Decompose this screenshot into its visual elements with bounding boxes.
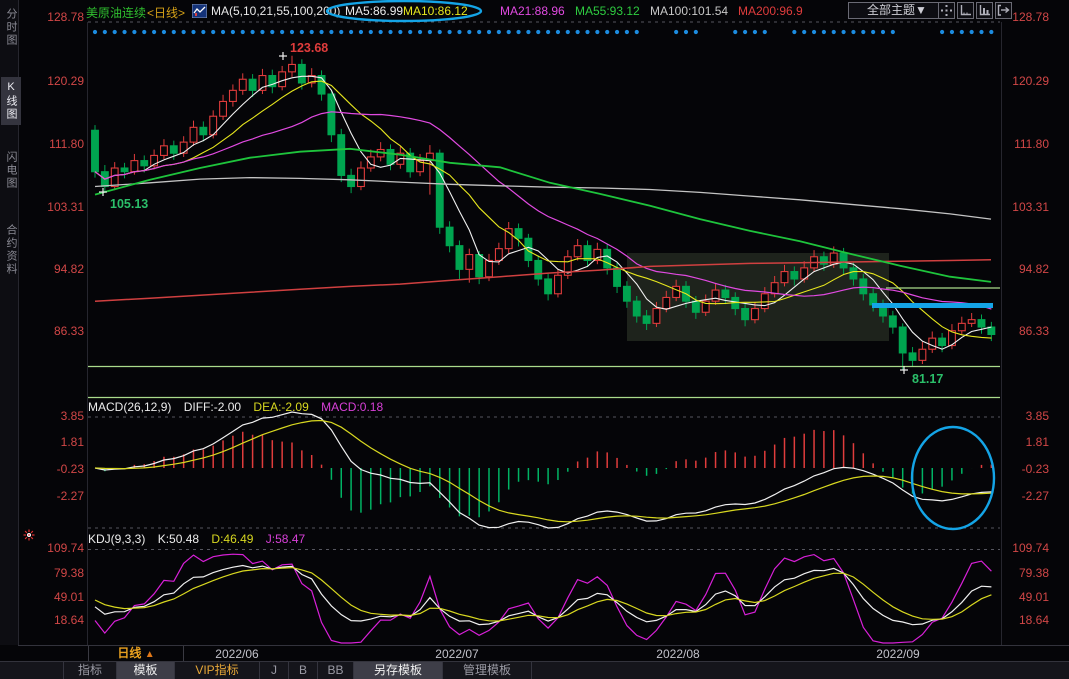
macd-axis-label: 1.81 xyxy=(1004,435,1049,449)
sidebar-tab-time-chart[interactable]: 分时图 xyxy=(1,4,21,51)
period-selector[interactable]: 日线 ▲ xyxy=(88,646,184,661)
indicator-flash-icon xyxy=(31,537,33,539)
macd-indicator-header[interactable]: MACD(26,12,9) DIFF:-2.00 DEA:-2.09 MACD:… xyxy=(88,400,392,414)
indicator-flash-icon xyxy=(31,531,33,533)
ma5-value: MA5:86.99 xyxy=(345,4,403,18)
sidebar-tab-contract-info[interactable]: 合约资料 xyxy=(1,220,21,280)
toolbar-item-indicators[interactable]: 指标 xyxy=(63,662,116,679)
period-tag[interactable]: <日线> xyxy=(147,4,185,21)
kdj-axis-label: 109.74 xyxy=(1004,541,1049,555)
kdj-j-value: J:58.47 xyxy=(266,532,305,546)
indicator-flash-icon xyxy=(25,537,27,539)
theme-selector-button[interactable]: 全部主题▼ xyxy=(848,2,946,19)
kdj-k-value: K:50.48 xyxy=(158,532,199,546)
kdj-d-value: D:46.49 xyxy=(211,532,253,546)
period-label: 日线 xyxy=(117,646,141,660)
price-label: 120.29 xyxy=(1004,74,1049,88)
toolbar-item-vip-indicators[interactable]: VIP指标 xyxy=(174,662,259,679)
crosshair-icon[interactable] xyxy=(938,2,955,19)
ma21-value: MA21:88.96 xyxy=(500,4,565,18)
ma55-value: MA55:93.12 xyxy=(575,4,640,18)
trading-app-window: 分时图 K线图 闪电图 合约资料 美原油连续 <日线> MA(5,10,21,5… xyxy=(0,0,1069,679)
kdj-axis-label: 79.38 xyxy=(1004,566,1049,580)
chart-type-icon[interactable] xyxy=(192,4,207,23)
toolbar-item-b[interactable]: B xyxy=(288,662,317,679)
toolbar-item-manage-templates[interactable]: 管理模板 xyxy=(442,662,532,679)
x-axis-date: 2022/07 xyxy=(425,647,489,661)
x-axis-date: 2022/06 xyxy=(205,647,269,661)
indicator-flash-icon xyxy=(27,533,31,537)
price-label: 94.82 xyxy=(1004,262,1049,276)
bottom-toolbar: 指标 模板 VIP指标 J B BB 另存模板 管理模板 xyxy=(0,662,1069,679)
kdj-axis-label: 18.64 xyxy=(1004,613,1049,627)
kdj-axis-label: 49.01 xyxy=(1004,590,1049,604)
macd-title: MACD(26,12,9) xyxy=(88,400,171,414)
chart-plot-area[interactable] xyxy=(88,22,1000,645)
sidebar-tab-kline-chart[interactable]: K线图 xyxy=(1,77,21,125)
toolbar-item-save-template[interactable]: 另存模板 xyxy=(353,662,442,679)
kdj-indicator-header[interactable]: KDJ(9,3,3) K:50.48 D:46.49 J:58.47 xyxy=(88,532,314,546)
toolbar-item-templates[interactable]: 模板 xyxy=(116,662,174,679)
sidebar-tab-flash-chart[interactable]: 闪电图 xyxy=(1,147,21,194)
axis-frame-icon[interactable] xyxy=(957,2,974,19)
indicator-flash-icon xyxy=(25,531,27,533)
price-label: 111.80 xyxy=(1004,137,1049,151)
macd-axis-label: 3.85 xyxy=(1004,409,1049,423)
toolbar-item-bb[interactable]: BB xyxy=(317,662,353,679)
macd-macd-value: MACD:0.18 xyxy=(321,400,383,414)
toolbar-item-j[interactable]: J xyxy=(259,662,288,679)
symbol-name[interactable]: 美原油连续 xyxy=(86,4,146,21)
macd-axis-label: -0.23 xyxy=(1004,462,1049,476)
triangle-up-icon: ▲ xyxy=(145,649,155,660)
x-axis-date: 2022/08 xyxy=(646,647,710,661)
price-label: 86.33 xyxy=(1004,324,1049,338)
indicator-flash-icon xyxy=(28,534,30,536)
axis-bars-icon[interactable] xyxy=(976,2,993,19)
price-label: 128.78 xyxy=(1004,10,1049,24)
macd-dea-value: DEA:-2.09 xyxy=(253,400,308,414)
macd-diff-value: DIFF:-2.00 xyxy=(184,400,241,414)
macd-axis-label: -2.27 xyxy=(1004,489,1049,503)
x-axis-date: 2022/09 xyxy=(866,647,930,661)
price-label: 103.31 xyxy=(1004,200,1049,214)
ma10-value: MA10:86.12 xyxy=(403,4,468,18)
ma-settings-label: MA(5,10,21,55,100,200) xyxy=(211,4,340,18)
ma100-value: MA100:101.54 xyxy=(650,4,728,18)
chart-mode-sidebar: 分时图 K线图 闪电图 合约资料 xyxy=(0,0,19,645)
ma200-value: MA200:96.9 xyxy=(738,4,803,18)
kdj-title: KDJ(9,3,3) xyxy=(88,532,145,546)
